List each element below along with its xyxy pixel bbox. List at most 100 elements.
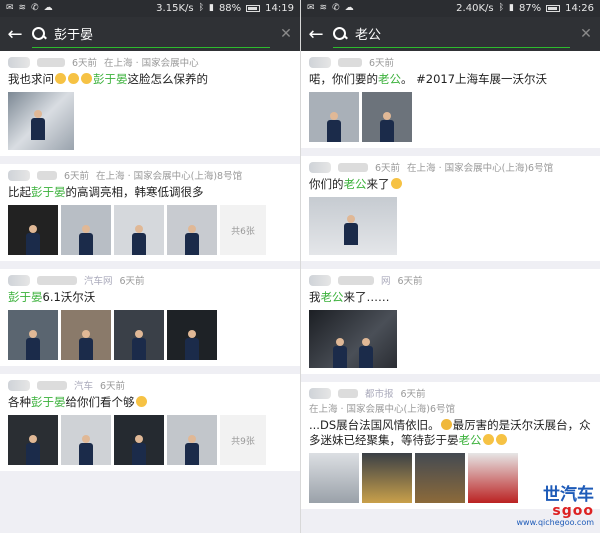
photo-thumbnail[interactable] <box>309 310 397 368</box>
person-figure <box>185 330 199 360</box>
photo-thumbnail[interactable] <box>8 92 74 150</box>
photo-thumbnail[interactable] <box>114 310 164 360</box>
results-feed[interactable]: 6天前 喏，你们要的老公。 #2017上海车展一沃尔沃 6天前 在上海 · 国家… <box>301 51 600 509</box>
text-part: 。 #2017上海车展一沃尔沃 <box>401 72 548 86</box>
battery-icon <box>546 5 561 12</box>
post-meta: 6天前 在上海 · 国家会展中心 <box>8 55 292 69</box>
post-source: 都市报 <box>365 389 394 400</box>
photo-thumbnail[interactable] <box>309 92 359 142</box>
more-photos-tile[interactable]: 共9张 <box>220 415 266 465</box>
post-text: 喏，你们要的老公。 #2017上海车展一沃尔沃 <box>309 72 592 87</box>
photo-thumbnail[interactable] <box>8 310 58 360</box>
phone-icon: ✆ <box>31 3 39 13</box>
post-text: 你们的老公来了 <box>309 177 592 192</box>
highlight-term: 老公 <box>458 433 482 447</box>
photo-thumbnail[interactable] <box>61 205 111 255</box>
result-post[interactable]: 汽车网 6天前 彭于晏6.1沃尔沃 <box>0 269 300 366</box>
person-figure <box>327 112 341 142</box>
more-photos-tile[interactable]: 共6张 <box>220 205 266 255</box>
photo-thumbnail[interactable] <box>167 415 217 465</box>
person-figure <box>26 435 40 465</box>
network-speed: 3.15K/s <box>156 3 194 14</box>
search-bar: ← ✕ <box>0 17 300 51</box>
photo-thumbnail[interactable] <box>114 415 164 465</box>
person-figure <box>185 225 199 255</box>
person-figure <box>79 330 93 360</box>
post-location: 在上海 · 国家会展中心 <box>104 58 199 69</box>
photo-thumbnail[interactable] <box>8 205 58 255</box>
clock: 14:19 <box>265 3 294 14</box>
post-meta: 6天前 在上海 · 国家会展中心(上海)8号馆 <box>8 168 292 182</box>
back-arrow-icon[interactable]: ← <box>6 24 24 45</box>
photo-thumbnail[interactable] <box>415 453 465 503</box>
person-figure <box>31 110 51 150</box>
thumbnail-row <box>309 197 592 255</box>
photo-thumbnail[interactable] <box>362 453 412 503</box>
back-arrow-icon[interactable]: ← <box>307 24 325 45</box>
photo-thumbnail[interactable] <box>114 205 164 255</box>
photo-thumbnail[interactable] <box>362 92 412 142</box>
highlight-term: 彭于晏 <box>31 185 66 199</box>
post-source: 网 <box>381 276 391 287</box>
post-meta: 都市报 6天前 <box>309 386 592 400</box>
thumbnail-row <box>8 310 292 360</box>
person-figure <box>380 112 394 142</box>
emoji-icon <box>482 434 494 445</box>
text-part: 给你们看个够 <box>65 395 135 409</box>
photo-thumbnail[interactable] <box>167 310 217 360</box>
thumbnail-row <box>8 92 292 150</box>
search-input[interactable] <box>353 25 570 42</box>
photo-thumbnail[interactable] <box>167 205 217 255</box>
result-post[interactable]: 网 6天前 我老公来了…… <box>301 269 600 374</box>
post-text: 我老公来了…… <box>309 290 592 305</box>
highlight-term: 彭于晏 <box>8 290 43 304</box>
person-figure <box>332 338 347 368</box>
result-post[interactable]: 6天前 喏，你们要的老公。 #2017上海车展一沃尔沃 <box>301 51 600 148</box>
battery-percent: 88% <box>218 3 242 14</box>
post-time: 6天前 <box>375 163 401 174</box>
wifi-icon: ≋ <box>18 3 27 13</box>
thumbnail-row <box>309 310 592 368</box>
photo-thumbnail[interactable] <box>61 310 111 360</box>
battery-icon <box>246 5 261 12</box>
result-post[interactable]: 6天前 在上海 · 国家会展中心(上海)8号馆 比起彭于晏的高调亮相，韩寒低调很… <box>0 164 300 261</box>
watermark-logo: 世汽车 sgoo www.qichegoo.com <box>517 486 594 527</box>
watermark-line: 世汽车 <box>543 485 594 505</box>
wifi-icon: ≋ <box>319 3 328 13</box>
notification-icon: ✉ <box>6 3 14 13</box>
result-post[interactable]: 6天前 在上海 · 国家会展中心(上海)6号馆 你们的老公来了 <box>301 156 600 261</box>
photo-thumbnail[interactable] <box>8 415 58 465</box>
post-time: 6天前 <box>119 276 145 287</box>
result-post[interactable]: 汽车 6天前 各种彭于晏给你们看个够 共9张 <box>0 374 300 471</box>
avatar <box>309 161 331 173</box>
post-source: 汽车 <box>74 381 94 392</box>
photo-thumbnail[interactable] <box>309 453 359 503</box>
post-meta: 网 6天前 <box>309 273 592 287</box>
post-text: 各种彭于晏给你们看个够 <box>8 395 292 410</box>
results-feed[interactable]: 6天前 在上海 · 国家会展中心 我也求问 彭于晏这脸怎么保养的 6天前 在上海 … <box>0 51 300 471</box>
post-location: 在上海 · 国家会展中心(上海)6号馆 <box>407 163 554 174</box>
result-post[interactable]: 6天前 在上海 · 国家会展中心 我也求问 彭于晏这脸怎么保养的 <box>0 51 300 156</box>
blurred-name <box>338 388 358 398</box>
clear-icon[interactable]: ✕ <box>278 26 294 42</box>
photo-thumbnail[interactable] <box>309 197 397 255</box>
right-screen: ✉ ≋ ✆ ☁ 2.40K/s ᛒ ▮ 87% 14:26 ← ✕ 6天前 <box>300 0 600 533</box>
avatar <box>309 387 331 399</box>
text-part: 我也求问 <box>8 72 54 86</box>
highlight-term: 老公 <box>320 290 344 304</box>
avatar <box>8 379 30 391</box>
clear-icon[interactable]: ✕ <box>578 26 594 42</box>
post-time: 6天前 <box>72 58 98 69</box>
search-icon <box>333 26 347 41</box>
emoji-icon <box>55 73 66 84</box>
thumbnail-row: 共6张 <box>8 205 292 255</box>
avatar <box>309 56 331 68</box>
search-input[interactable] <box>52 25 270 42</box>
photo-thumbnail[interactable] <box>468 453 518 503</box>
emoji-icon <box>68 73 79 84</box>
photo-thumbnail[interactable] <box>61 415 111 465</box>
blurred-name <box>37 380 67 390</box>
status-bar: ✉ ≋ ✆ ☁ 3.15K/s ᛒ ▮ 88% 14:19 <box>0 0 300 17</box>
avatar <box>309 274 331 286</box>
post-time: 6天前 <box>369 58 395 69</box>
